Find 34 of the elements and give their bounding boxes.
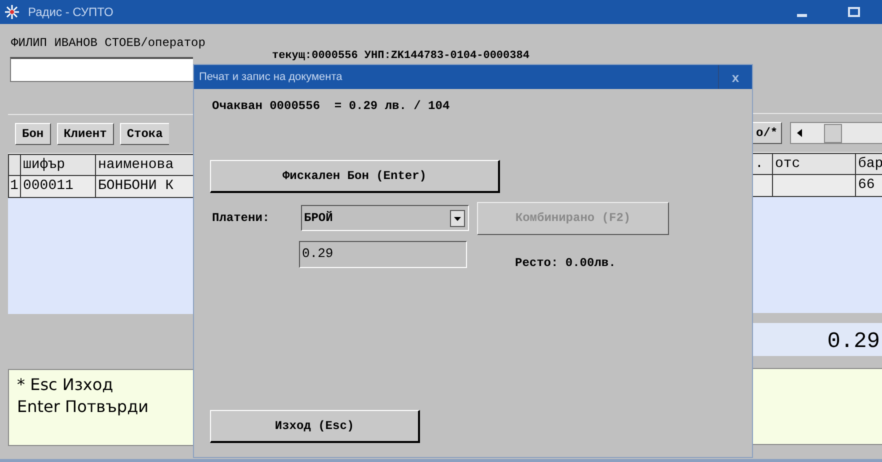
toolbar-button[interactable]: Клиент bbox=[56, 123, 114, 145]
maximize-icon[interactable] bbox=[848, 6, 860, 18]
column-header: шифър bbox=[21, 154, 96, 176]
table-cell bbox=[753, 175, 773, 197]
toolbar-button[interactable]: Стока bbox=[120, 123, 169, 145]
expected-amount: Очакван 0000556 = 0.29 лв. / 104 bbox=[212, 99, 451, 113]
toolbar-button[interactable]: Бон bbox=[15, 123, 51, 145]
input-field[interactable] bbox=[10, 57, 193, 82]
table-cell: 66 bbox=[856, 175, 882, 197]
snowflake-icon bbox=[4, 4, 20, 20]
window-title: Радис - СУПТО bbox=[28, 5, 114, 19]
paid-label: Платени: bbox=[211, 211, 271, 225]
operator-name: ФИЛИП ИВАНОВ СТОЕВ/оператор bbox=[11, 36, 206, 50]
column-header: наименова bbox=[96, 154, 193, 176]
column-header: отс bbox=[773, 153, 856, 175]
column-header: . bbox=[753, 153, 773, 175]
total-amount: 0.29 bbox=[753, 323, 882, 356]
row-number: 1 bbox=[8, 176, 21, 198]
change-amount: Ресто: 0.00лв. bbox=[515, 256, 616, 270]
exit-button[interactable]: Изход (Esc) bbox=[210, 410, 420, 443]
table-cell: 000011 bbox=[21, 176, 96, 198]
column-header: бар bbox=[856, 153, 882, 175]
toolbar-button[interactable]: о/* bbox=[753, 122, 782, 144]
current-document-info: текущ:0000556 УНП:ZK144783-0104-0000384 bbox=[272, 50, 530, 62]
scroll-thumb[interactable] bbox=[824, 124, 842, 143]
amount-field[interactable]: 0.29 bbox=[299, 240, 467, 268]
fiscal-receipt-button[interactable]: Фискален Бон (Enter) bbox=[210, 160, 500, 193]
dialog-title: Печат и запис на документа bbox=[198, 71, 344, 83]
payment-dropdown[interactable]: БРОЙ bbox=[301, 205, 469, 231]
horizontal-scrollbar[interactable] bbox=[790, 122, 882, 144]
scroll-left-icon[interactable] bbox=[794, 128, 805, 138]
help-line: Enter Потвърди bbox=[17, 396, 150, 418]
help-line: * Esc Изход bbox=[17, 374, 114, 396]
table-cell: БОНБОНИ К bbox=[96, 176, 193, 198]
